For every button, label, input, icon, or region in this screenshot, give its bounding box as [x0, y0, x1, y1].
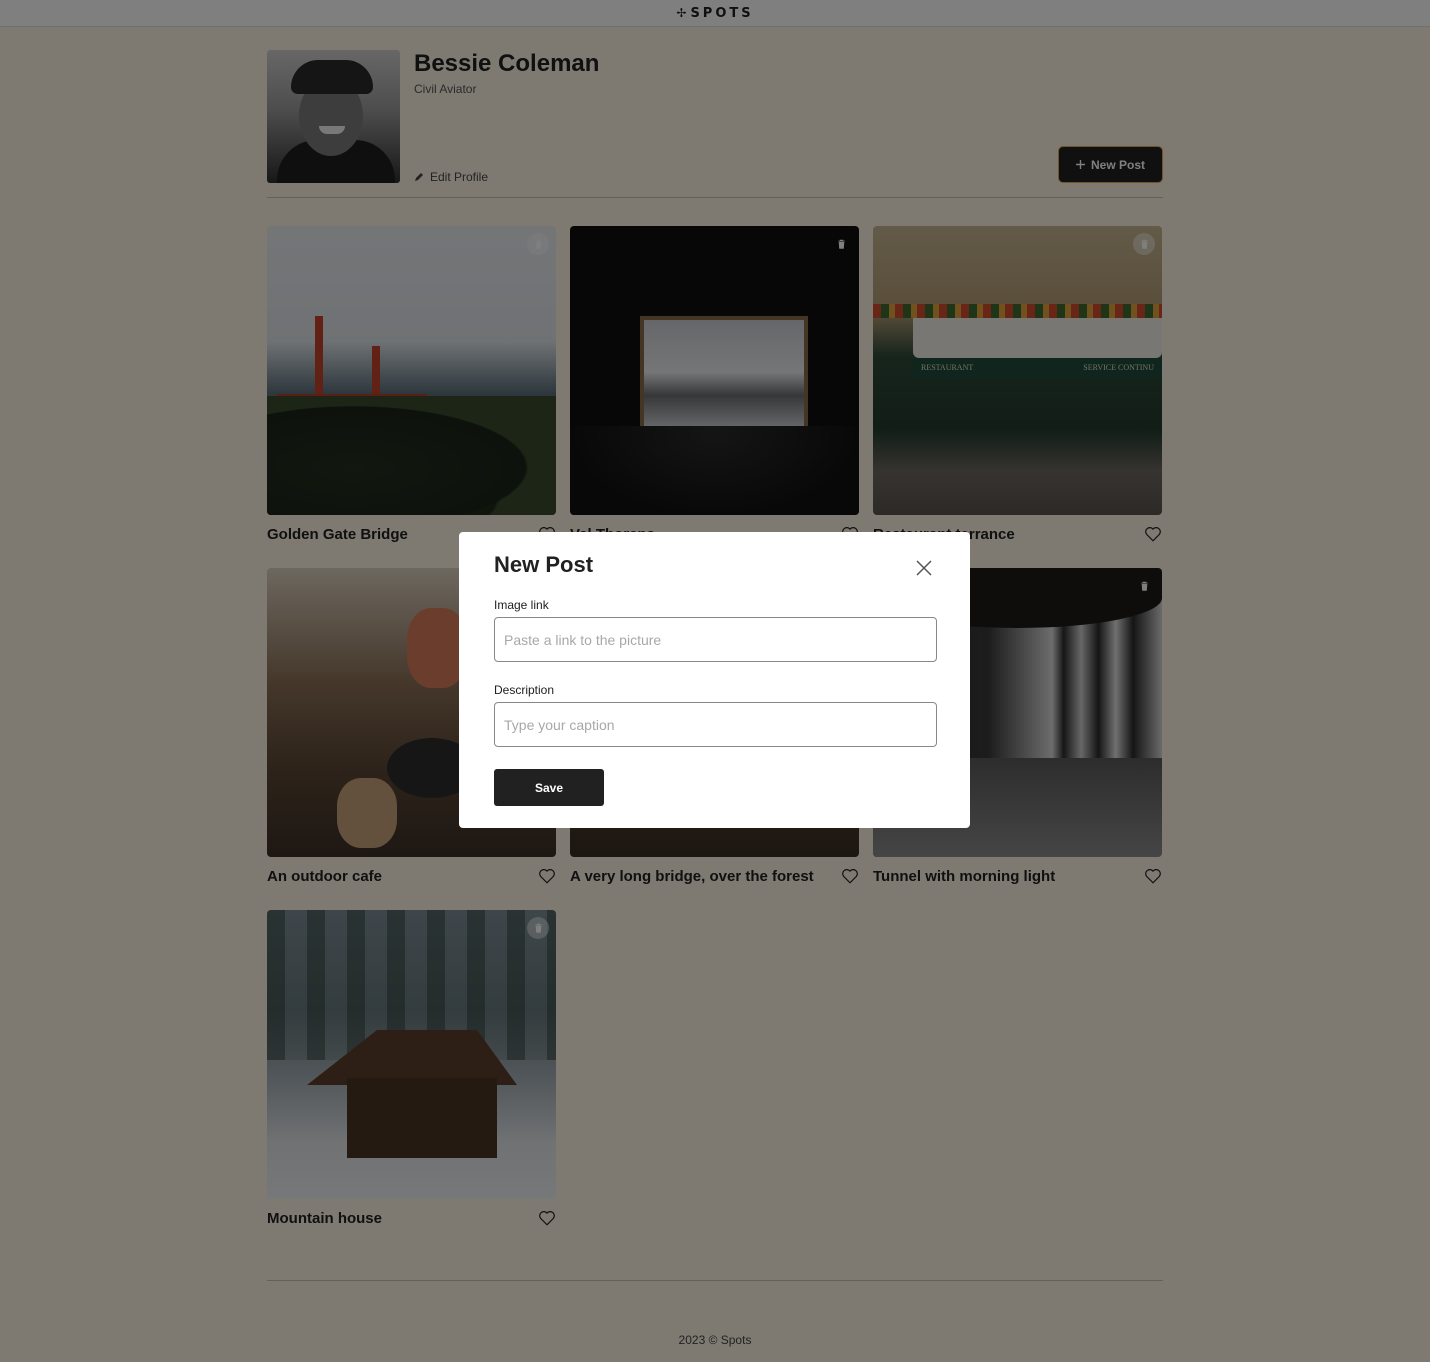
save-button[interactable]: Save — [494, 769, 604, 806]
new-post-modal: New Post Image link Description Save — [459, 532, 970, 828]
description-label: Description — [494, 683, 555, 697]
description-input[interactable] — [494, 702, 937, 747]
modal-title: New Post — [494, 552, 594, 577]
image-link-label: Image link — [494, 598, 549, 612]
close-icon[interactable] — [916, 560, 932, 576]
image-link-input[interactable] — [494, 617, 937, 662]
